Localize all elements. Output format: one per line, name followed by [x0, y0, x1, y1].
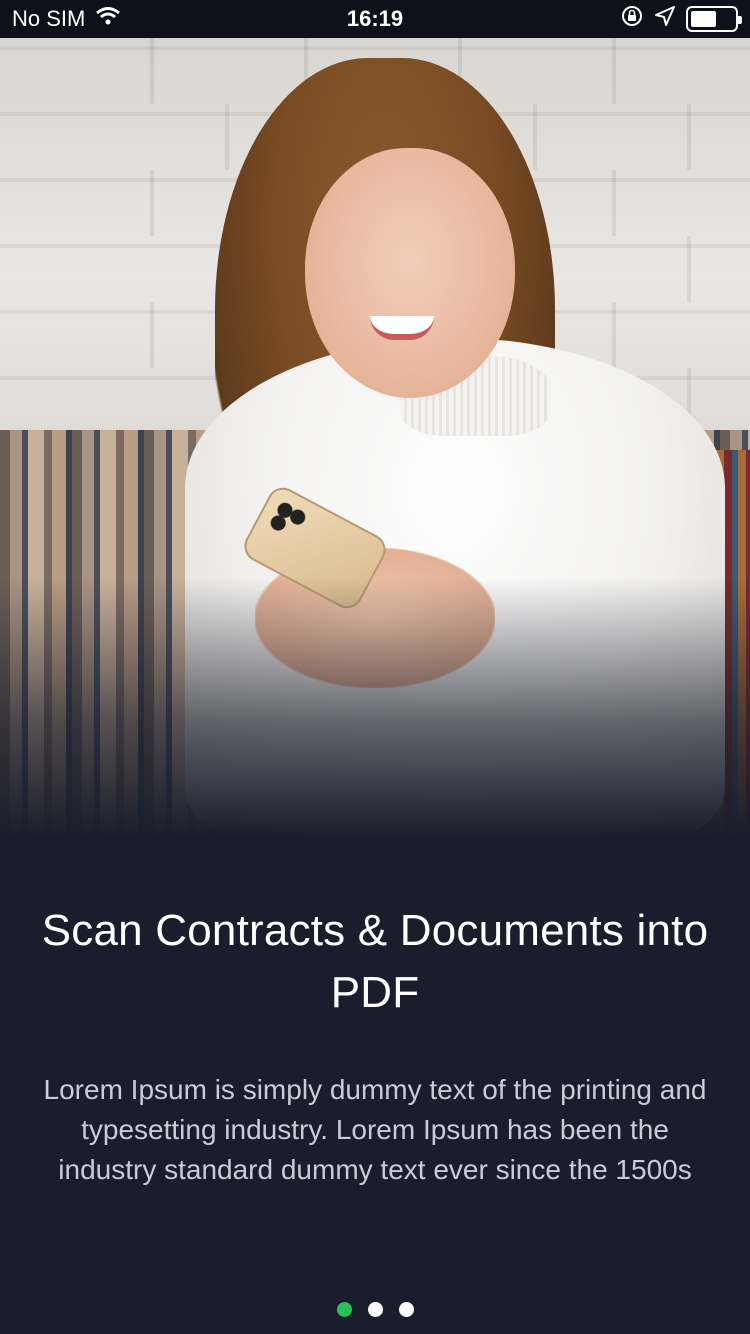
status-left: No SIM: [12, 6, 121, 32]
onboarding-description: Lorem Ipsum is simply dummy text of the …: [43, 1074, 707, 1185]
page-dot-1[interactable]: [336, 1302, 352, 1317]
camera-icon: [263, 495, 313, 545]
hero-fade: [0, 578, 750, 838]
battery-fill: [691, 11, 717, 27]
page-dot-2[interactable]: [367, 1302, 383, 1317]
status-bar: No SIM 16:19: [0, 0, 750, 38]
page-dot-3[interactable]: [398, 1302, 414, 1317]
hero-image: [0, 38, 750, 838]
battery-icon: [686, 6, 742, 32]
wifi-icon: [95, 6, 121, 32]
orientation-lock-icon: [620, 4, 644, 34]
onboarding-content: Scan Contracts & Documents into PDF Lore…: [0, 900, 750, 1190]
location-arrow-icon: [654, 5, 676, 33]
page-indicator[interactable]: [0, 1302, 750, 1318]
onboarding-screen: No SIM 16:19 Scan Contracts & Documents …: [0, 0, 750, 1334]
onboarding-title: Scan Contracts & Documents into PDF: [41, 906, 709, 1017]
status-right: [620, 4, 742, 34]
carrier-label: No SIM: [12, 6, 86, 31]
face: [305, 148, 515, 398]
